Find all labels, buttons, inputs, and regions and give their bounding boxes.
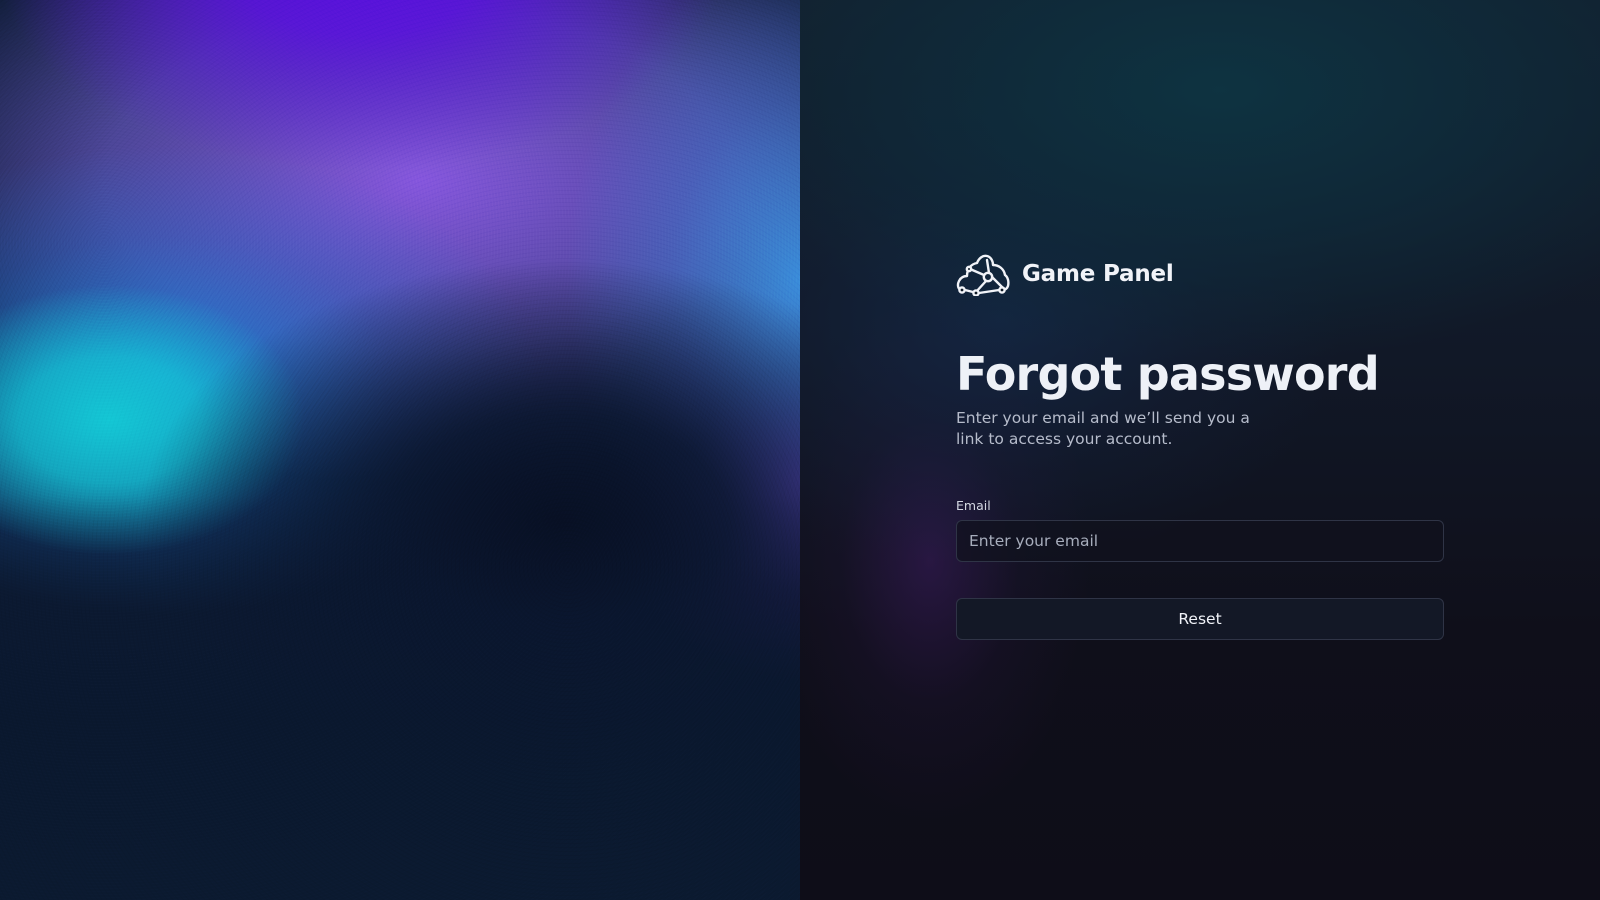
forgot-password-page: Game Panel Forgot password Enter your em… — [0, 0, 1600, 900]
brand: Game Panel — [956, 252, 1444, 297]
brand-name: Game Panel — [1022, 261, 1174, 287]
page-title: Forgot password — [956, 347, 1380, 401]
form-panel: Game Panel Forgot password Enter your em… — [800, 0, 1600, 900]
email-field[interactable] — [957, 521, 1443, 561]
game-panel-logo-icon — [956, 252, 1010, 297]
page-subtitle: Enter your email and we’ll send you a li… — [956, 409, 1250, 448]
email-field-container — [956, 520, 1444, 562]
email-label: Email — [956, 498, 991, 513]
reset-button[interactable]: Reset — [956, 598, 1444, 640]
decorative-gradient-panel — [0, 0, 800, 900]
forgot-password-form: Game Panel Forgot password Enter your em… — [956, 252, 1444, 640]
grain-texture — [0, 0, 800, 900]
